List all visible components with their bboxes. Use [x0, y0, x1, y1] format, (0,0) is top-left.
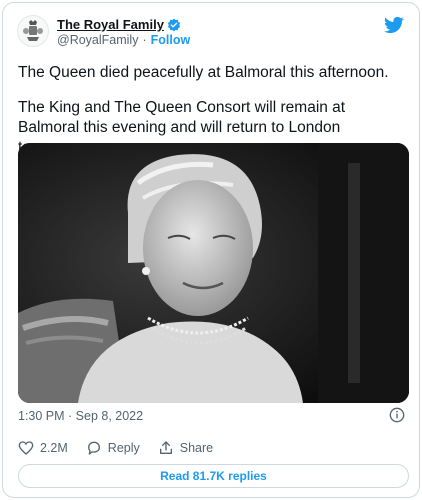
royal-coat-of-arms-icon	[23, 20, 43, 41]
tweet-photo[interactable]	[18, 143, 409, 403]
likes-count: 2.2M	[40, 441, 68, 455]
heart-icon	[18, 441, 34, 455]
like-button[interactable]: 2.2M	[18, 440, 68, 456]
display-name[interactable]: The Royal Family	[57, 17, 164, 32]
tweet-text-paragraph-1: The Queen died peacefully at Balmoral th…	[18, 64, 389, 81]
separator: ·	[142, 33, 147, 47]
verified-badge-icon	[167, 18, 181, 32]
reply-bubble-icon	[87, 441, 100, 455]
tweet-card: The Royal Family @RoyalFamily · Follow T…	[2, 2, 420, 498]
twitter-bird-icon[interactable]	[383, 15, 405, 40]
share-icon	[159, 441, 172, 454]
queen-portrait-photo	[18, 143, 409, 403]
follow-button[interactable]: Follow	[151, 33, 191, 47]
tweet-header: The Royal Family @RoyalFamily · Follow	[17, 15, 405, 49]
tweet-actions: 2.2M Reply Share	[18, 440, 231, 456]
read-replies-button[interactable]: Read 81.7K replies	[18, 464, 409, 488]
info-icon[interactable]	[389, 407, 405, 428]
share-button[interactable]: Share	[158, 440, 213, 456]
handle[interactable]: @RoyalFamily	[57, 33, 138, 47]
tweet-timestamp[interactable]: 1:30 PM · Sep 8, 2022	[18, 409, 143, 423]
reply-label: Reply	[107, 441, 140, 455]
share-label: Share	[179, 441, 214, 455]
reply-button[interactable]: Reply	[86, 440, 140, 456]
avatar[interactable]	[17, 15, 49, 47]
